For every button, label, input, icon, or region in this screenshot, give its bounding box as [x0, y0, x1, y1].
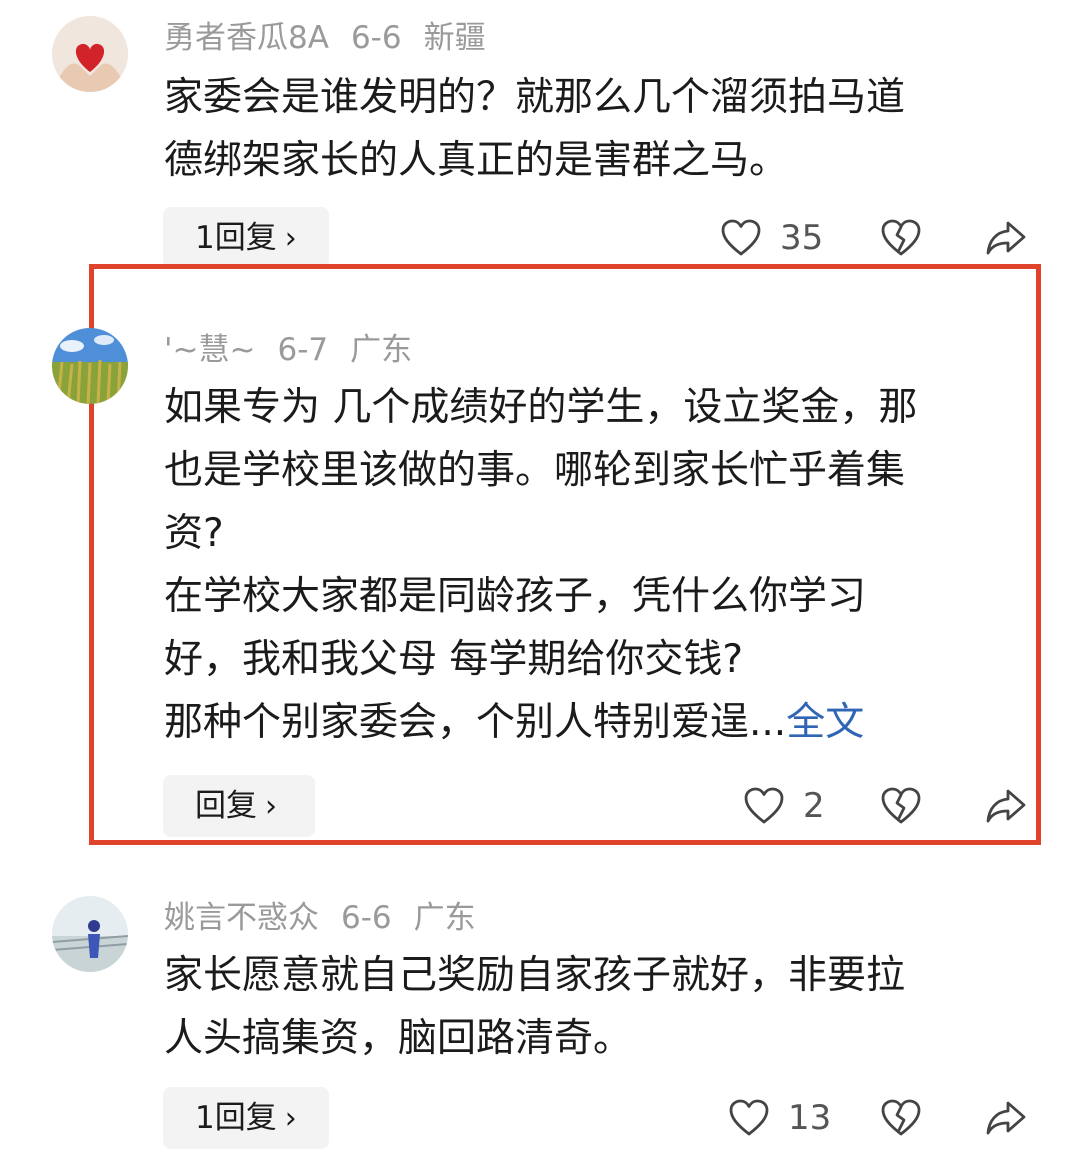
chevron-right-icon: › [265, 789, 277, 824]
comment-text[interactable]: 家长愿意就自己奖励自家孩子就好，非要拉 人头搞集资，脑回路清奇。 [164, 944, 1034, 1070]
full-text-link[interactable]: 全文 [786, 700, 864, 745]
like-button[interactable]: 13 [728, 1098, 831, 1138]
heart-outline-icon [721, 219, 761, 256]
heart-outline-icon [729, 1099, 769, 1136]
dislike-button[interactable] [880, 218, 922, 258]
like-button[interactable]: 2 [743, 786, 825, 826]
share-icon [986, 221, 1026, 255]
dislike-button[interactable] [880, 1098, 922, 1138]
share-icon [986, 1101, 1026, 1135]
comment-text-content: 家委会是谁发明的？就那么几个溜须拍马道 德绑架家长的人真正的是害群之马。 [164, 75, 906, 183]
comment-location: 广东 [350, 332, 413, 368]
reply-label: 回复 [195, 788, 257, 824]
reply-label: 1回复 [195, 1100, 277, 1136]
share-button[interactable] [984, 1098, 1028, 1138]
broken-heart-icon [881, 787, 921, 824]
comment-location: 新疆 [423, 20, 486, 56]
chevron-right-icon: › [284, 221, 297, 256]
like-count: 2 [803, 786, 825, 826]
dislike-button[interactable] [880, 786, 922, 826]
heart-outline-icon [744, 787, 784, 824]
share-button[interactable] [984, 786, 1028, 826]
comment-date: 6-7 [277, 332, 329, 368]
like-count: 13 [788, 1098, 832, 1138]
comment-text-content: 家长愿意就自己奖励自家孩子就好，非要拉 人头搞集资，脑回路清奇。 [164, 953, 906, 1061]
broken-heart-icon [881, 219, 921, 256]
comment-text-content: 如果专为 几个成绩好的学生，设立奖金，那 也是学校里该做的事。哪轮到家长忙乎着集… [164, 385, 918, 745]
like-button[interactable]: 35 [720, 218, 823, 258]
broken-heart-icon [881, 1099, 921, 1136]
comment-list: 勇者香瓜8A 6-6 新疆 家委会是谁发明的？就那么几个溜须拍马道 德绑架家长的人真… [0, 0, 1080, 1153]
like-count: 35 [780, 218, 824, 258]
username[interactable]: '~慧~ [164, 332, 255, 368]
username[interactable]: 姚言不惑众 [164, 900, 319, 936]
share-button[interactable] [984, 218, 1028, 258]
comment-meta: 姚言不惑众 6-6 广东 [164, 898, 498, 938]
share-icon [986, 789, 1026, 823]
comment-text[interactable]: 如果专为 几个成绩好的学生，设立奖金，那 也是学校里该做的事。哪轮到家长忙乎着集… [164, 376, 1034, 754]
comment-location: 广东 [413, 900, 476, 936]
avatar[interactable] [52, 896, 128, 972]
avatar[interactable] [52, 328, 128, 404]
reply-button[interactable]: 回复 › [163, 775, 315, 837]
wheat-field-avatar-icon [52, 328, 128, 404]
comment-date: 6-6 [341, 900, 392, 936]
reply-label: 1回复 [195, 220, 277, 256]
comment-date: 6-6 [350, 20, 402, 56]
person-outdoor-avatar-icon [52, 896, 128, 972]
chevron-right-icon: › [284, 1101, 297, 1136]
comment-meta: 勇者香瓜8A 6-6 新疆 [164, 18, 508, 58]
comment-text[interactable]: 家委会是谁发明的？就那么几个溜须拍马道 德绑架家长的人真正的是害群之马。 [164, 66, 1034, 192]
comment-meta: '~慧~ 6-7 广东 [164, 330, 434, 370]
reply-button[interactable]: 1回复 › [163, 207, 329, 269]
avatar[interactable] [52, 16, 128, 92]
heart-hands-avatar-icon [52, 16, 128, 92]
reply-button[interactable]: 1回复 › [163, 1087, 329, 1149]
username[interactable]: 勇者香瓜8A [164, 20, 329, 56]
